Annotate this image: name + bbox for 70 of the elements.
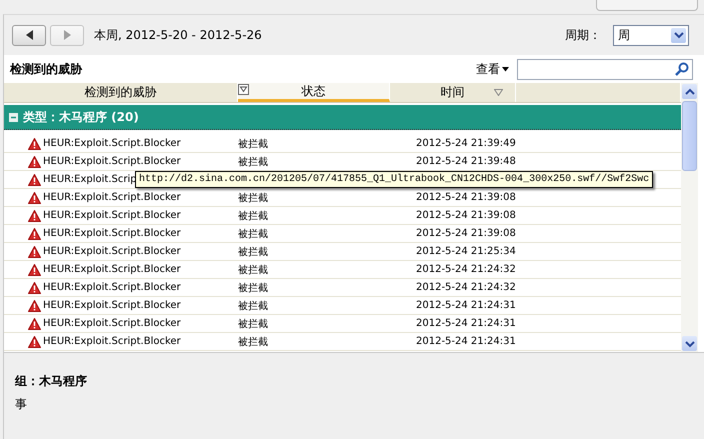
- table-cell: HEUR:Exploit.Scrip: [43, 174, 137, 185]
- warning-icon: [28, 138, 41, 150]
- table-cell-text: 被拦截: [238, 300, 268, 312]
- filter-icon[interactable]: [238, 84, 249, 95]
- table-cell: 2012-5-24 21:24:32: [416, 264, 516, 275]
- table-cell: HEUR:Exploit.Script.Blocker: [43, 318, 181, 329]
- warning-icon: [28, 336, 41, 348]
- table-cell: HEUR:Exploit.Script.Blocker: [43, 192, 181, 203]
- table-cell-text: 被拦截: [238, 192, 268, 204]
- table-cell-text: 被拦截: [238, 264, 268, 276]
- warning-icon: [28, 192, 41, 204]
- table-cell: HEUR:Exploit.Script.Blocker: [43, 210, 181, 221]
- left-triangle-icon[interactable]: [24, 29, 34, 41]
- table-cell: HEUR:Exploit.Script.Blocker: [43, 138, 181, 149]
- table-cell: 2012-5-24 21:39:08: [416, 192, 516, 203]
- warning-icon: [28, 210, 41, 222]
- table-cell: 2012-5-24 21:24:32: [416, 282, 516, 293]
- table-cell: 2012-5-24 21:24:31: [416, 300, 516, 311]
- table-cell: HEUR:Exploit.Script.Blocker: [43, 228, 181, 239]
- warning-icon: [28, 300, 41, 312]
- table-cell-text: 被拦截: [238, 210, 268, 222]
- section-title: 检测到的威胁: [10, 60, 82, 78]
- warning-icon: [28, 282, 41, 294]
- table-cell: HEUR:Exploit.Script.Blocker: [43, 264, 181, 275]
- warning-icon: [28, 246, 41, 258]
- table-cell-text: 被拦截: [238, 336, 268, 348]
- collapse-icon[interactable]: [9, 112, 18, 122]
- group-name: 组：木马程序: [15, 373, 88, 390]
- table-cell: HEUR:Exploit.Script.Blocker: [43, 300, 181, 311]
- table-cell: HEUR:Exploit.Script.Blocker: [43, 336, 181, 347]
- scroll-thumb[interactable]: [682, 101, 697, 171]
- event-label: 事: [15, 396, 28, 413]
- table-cell-text: 被拦截: [238, 138, 268, 150]
- warning-icon: [28, 228, 41, 240]
- table-cell: 2012-5-24 21:24:31: [416, 318, 516, 329]
- table-cell: HEUR:Exploit.Script.Blocker: [43, 246, 181, 257]
- scrollbar[interactable]: [681, 83, 698, 352]
- period-dropdown[interactable]: 周: [613, 24, 689, 46]
- group-row[interactable]: 类型：木马程序 (20): [4, 105, 681, 130]
- table-cell-text: 被拦截: [238, 228, 268, 240]
- group-label: 类型：木马程序 (20): [23, 108, 139, 126]
- column-header[interactable]: 时间: [390, 83, 516, 102]
- warning-icon: [28, 156, 41, 168]
- view-menu[interactable]: 查看: [476, 60, 509, 78]
- table-cell: 2012-5-24 21:25:34: [416, 246, 516, 257]
- table-cell: 2012-5-24 21:39:08: [416, 228, 516, 239]
- previous-button[interactable]: [12, 24, 46, 46]
- caret-icon[interactable]: [502, 66, 509, 72]
- table-cell: 2012-5-24 21:24:31: [416, 336, 516, 347]
- table-cell: HEUR:Exploit.Script.Blocker: [43, 156, 181, 167]
- table-cell: 2012-5-24 21:39:49: [416, 138, 516, 149]
- table-cell-text: 被拦截: [238, 246, 268, 258]
- tooltip: http://d2.sina.com.cn/201205/07/417855_Q1_Ultrabook_CN12CHDS-004_300x250.swf//Swf2Swc: [135, 171, 654, 188]
- search-field[interactable]: [517, 58, 693, 80]
- sort-icon[interactable]: [494, 89, 503, 96]
- table-cell: 2012-5-24 21:39:08: [416, 210, 516, 221]
- table-cell-text: 被拦截: [238, 318, 268, 330]
- warning-icon: [28, 174, 41, 186]
- warning-icon: [28, 318, 41, 330]
- scroll-down-icon[interactable]: [684, 340, 694, 348]
- warning-icon: [28, 264, 41, 276]
- date-range: 本周, 2012-5-20 - 2012-5-26: [94, 26, 262, 44]
- table-cell-text: 被拦截: [238, 156, 268, 168]
- period-label: 周期：: [565, 26, 601, 44]
- scroll-up-icon[interactable]: [684, 88, 694, 96]
- table-cell-text: 被拦截: [238, 282, 268, 294]
- table-cell: 2012-5-24 21:39:48: [416, 156, 516, 167]
- search-icon[interactable]: [675, 62, 689, 76]
- column-header[interactable]: 状态: [238, 83, 390, 102]
- table-cell: HEUR:Exploit.Script.Blocker: [43, 282, 181, 293]
